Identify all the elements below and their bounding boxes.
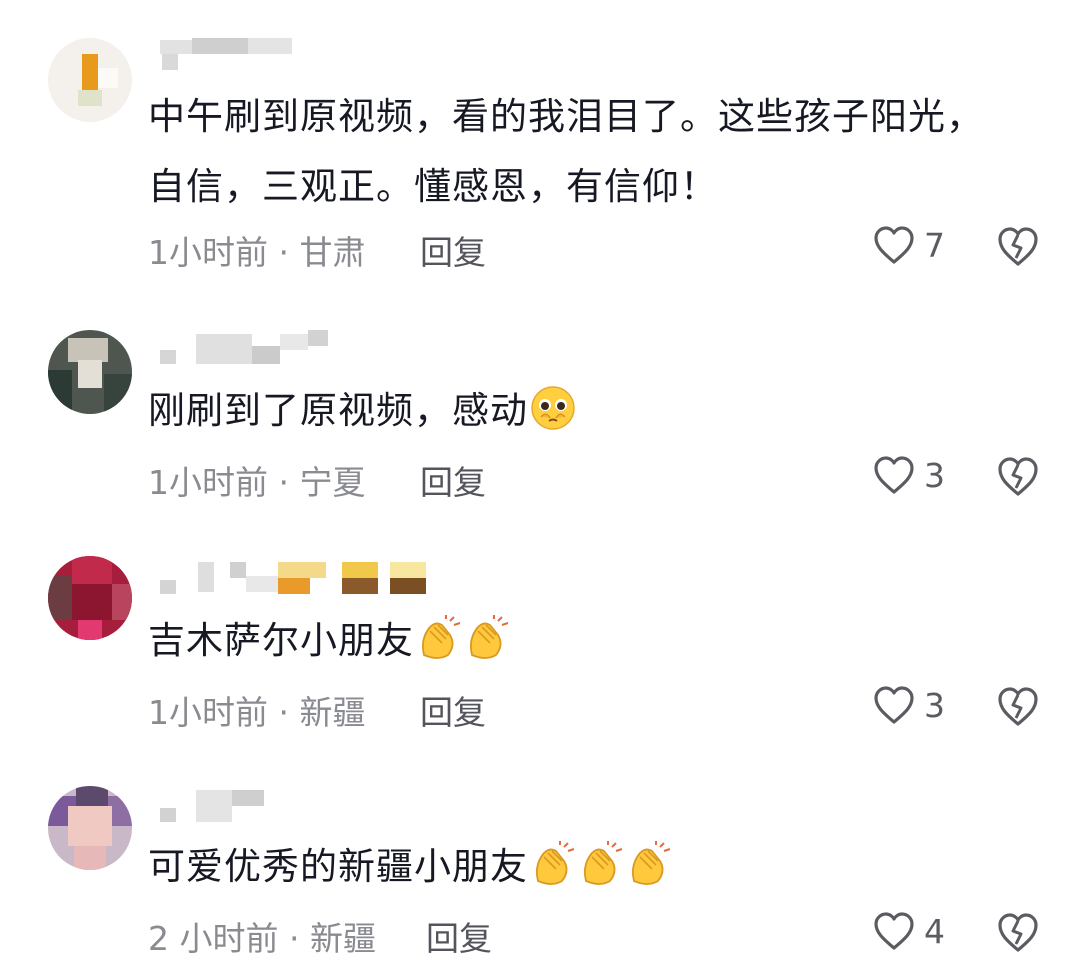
like-count: 4 [924, 911, 945, 951]
comment-text: 吉木萨尔小朋友 [148, 606, 988, 676]
username-blurred[interactable] [160, 560, 440, 596]
comment-text-content: 中午刷到原视频，看的我泪目了。这些孩子阳光，自信，三观正。懂感恩，有信仰！ [148, 95, 984, 208]
clapping-hands-emoji [469, 615, 509, 659]
like-count: 3 [924, 685, 945, 725]
heart-outline-icon [874, 226, 914, 264]
avatar[interactable] [48, 556, 132, 640]
comment-text: 中午刷到原视频，看的我泪目了。这些孩子阳光，自信，三观正。懂感恩，有信仰！ [148, 82, 988, 222]
dislike-button[interactable] [996, 454, 1040, 502]
reply-button[interactable]: 回复 [426, 912, 492, 960]
clapping-hands-emoji [535, 841, 575, 885]
heart-outline-icon [874, 686, 914, 724]
comment-text-content: 可爱优秀的新疆小朋友 [148, 845, 528, 888]
pleading-face-emoji [531, 386, 575, 430]
like-button[interactable]: 7 [872, 224, 945, 266]
reply-button[interactable]: 回复 [420, 226, 486, 274]
heart-outline-icon [874, 456, 914, 494]
like-button[interactable]: 3 [872, 454, 945, 496]
avatar[interactable] [48, 38, 132, 122]
clapping-hands-emoji [583, 841, 623, 885]
comment-meta: 1小时前 · 甘肃 [148, 233, 366, 272]
avatar[interactable] [48, 786, 132, 870]
comment-meta: 1小时前 · 宁夏 [148, 463, 366, 502]
like-button[interactable]: 3 [872, 684, 945, 726]
avatar[interactable] [48, 330, 132, 414]
clapping-hands-emoji [631, 841, 671, 885]
comment-meta: 1小时前 · 新疆 [148, 693, 366, 732]
heart-outline-icon [874, 912, 914, 950]
broken-heart-icon [998, 913, 1038, 952]
comment-text-content: 刚刷到了原视频，感动 [148, 389, 528, 432]
username-blurred[interactable] [160, 36, 340, 72]
username-blurred[interactable] [160, 788, 340, 824]
broken-heart-icon [998, 687, 1038, 726]
comment-text: 可爱优秀的新疆小朋友 [148, 832, 988, 902]
reply-button[interactable]: 回复 [420, 456, 486, 504]
username-blurred[interactable] [160, 330, 340, 366]
broken-heart-icon [998, 227, 1038, 266]
comment-text-content: 吉木萨尔小朋友 [148, 619, 414, 662]
broken-heart-icon [998, 457, 1038, 496]
like-count: 7 [924, 225, 945, 265]
like-button[interactable]: 4 [872, 910, 945, 952]
like-count: 3 [924, 455, 945, 495]
reply-button[interactable]: 回复 [420, 686, 486, 734]
comment-meta: 2 小时前 · 新疆 [148, 919, 376, 958]
comment-text: 刚刷到了原视频，感动 [148, 376, 988, 446]
dislike-button[interactable] [996, 684, 1040, 732]
clapping-hands-emoji [421, 615, 461, 659]
dislike-button[interactable] [996, 224, 1040, 272]
dislike-button[interactable] [996, 910, 1040, 958]
